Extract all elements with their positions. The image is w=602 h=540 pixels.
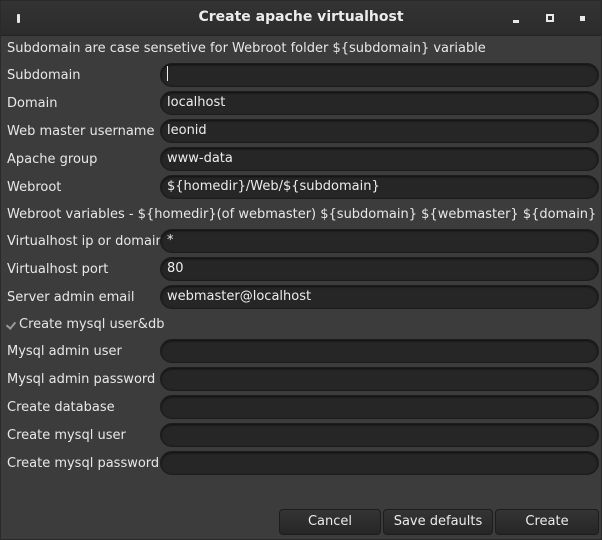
text-caret	[167, 66, 168, 81]
create-mysql-user-input[interactable]	[160, 423, 599, 447]
dialog-window: Create apache virtualhost Subdomain are …	[0, 0, 602, 540]
create-mysql-user-label: Create mysql user	[7, 428, 126, 443]
close-icon[interactable]	[574, 10, 590, 26]
maximize-icon[interactable]	[542, 10, 558, 26]
create-mysql-password-input[interactable]	[160, 451, 599, 475]
domain-input[interactable]: localhost	[160, 91, 599, 115]
domain-label: Domain	[7, 96, 58, 111]
webroot-variables-text: Webroot variables - ${homedir}(of webmas…	[7, 207, 597, 222]
save-defaults-button[interactable]: Save defaults	[383, 509, 493, 535]
cancel-button[interactable]: Cancel	[279, 509, 381, 535]
mysql-checkbox-row[interactable]: Create mysql user&db	[5, 317, 164, 332]
webroot-label: Webroot	[7, 180, 62, 195]
vhost-ip-input[interactable]: *	[160, 229, 599, 253]
titlebar: Create apache virtualhost	[1, 1, 601, 36]
mysql-admin-password-input[interactable]	[160, 367, 599, 391]
admin-email-label: Server admin email	[7, 290, 135, 305]
subdomain-input[interactable]	[160, 63, 599, 87]
vhost-port-input[interactable]: 80	[160, 257, 599, 281]
vhost-port-label: Virtualhost port	[7, 262, 109, 277]
mysql-admin-password-label: Mysql admin password	[7, 372, 156, 387]
subdomain-label: Subdomain	[7, 68, 81, 83]
mysql-checkbox[interactable]	[5, 318, 17, 332]
minimize-icon[interactable]	[508, 10, 524, 26]
create-database-input[interactable]	[160, 395, 599, 419]
create-database-label: Create database	[7, 400, 115, 415]
mysql-admin-user-input[interactable]	[160, 339, 599, 363]
mysql-checkbox-label: Create mysql user&db	[19, 317, 165, 332]
apache-group-label: Apache group	[7, 152, 98, 167]
create-mysql-password-label: Create mysql password	[7, 456, 160, 471]
apache-group-input[interactable]: www-data	[160, 147, 599, 171]
admin-email-input[interactable]: webmaster@localhost	[160, 285, 599, 309]
webmaster-label: Web master username	[7, 124, 155, 139]
subdomain-info-text: Subdomain are case sensetive for Webroot…	[7, 41, 486, 56]
create-button[interactable]: Create	[495, 509, 599, 535]
webmaster-input[interactable]: leonid	[160, 119, 599, 143]
webroot-input[interactable]: ${homedir}/Web/${subdomain}	[160, 175, 599, 199]
mysql-admin-user-label: Mysql admin user	[7, 344, 122, 359]
vhost-ip-label: Virtualhost ip or domain	[7, 234, 164, 249]
